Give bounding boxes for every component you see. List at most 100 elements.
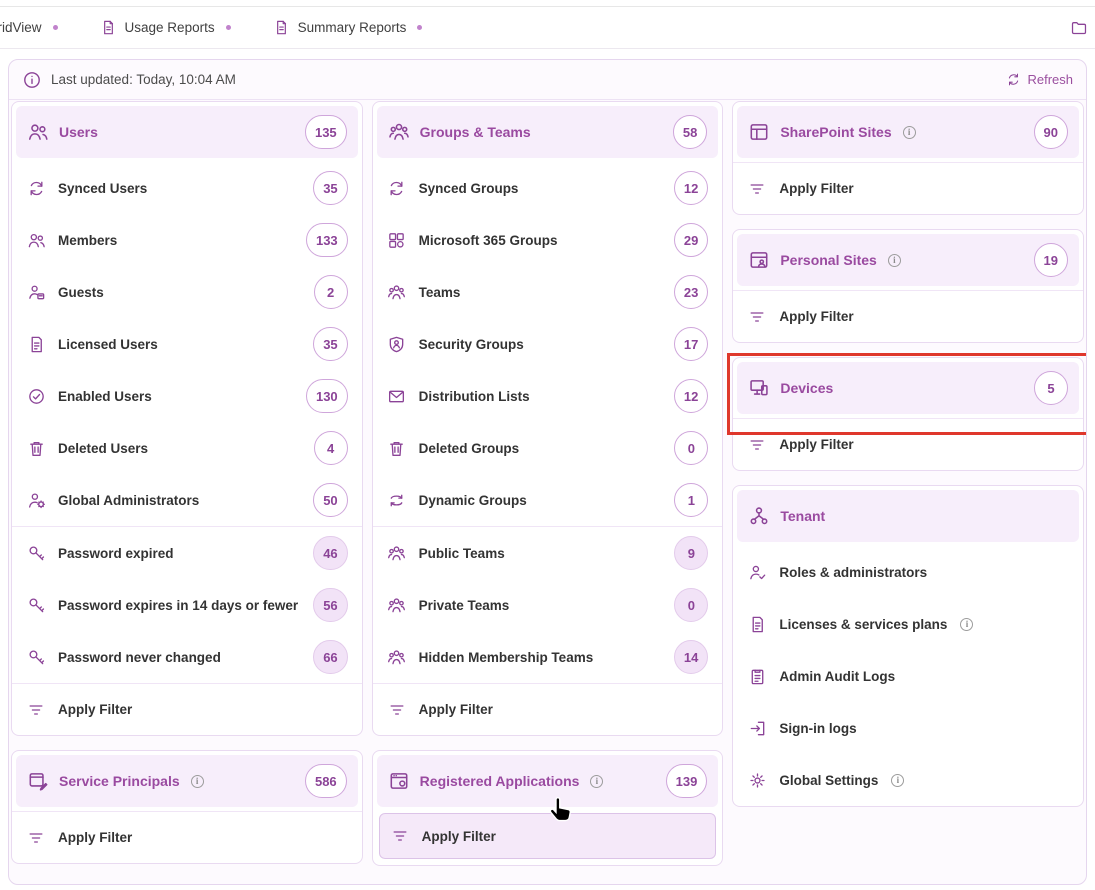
top-divider [0, 0, 1095, 7]
tab-gridview[interactable]: GridView [0, 20, 58, 35]
count-badge: 90 [1034, 115, 1068, 149]
card-users: Users135Synced Users35Members133Guests2L… [11, 101, 363, 736]
info-icon[interactable]: i [891, 774, 904, 787]
list-item[interactable]: Sign-in logs [733, 702, 1083, 754]
users-icon [27, 121, 49, 143]
list-item[interactable]: Licensed Users35 [12, 318, 362, 370]
apply-filter-button[interactable]: Apply Filter [12, 683, 362, 735]
apply-filter-button[interactable]: Apply Filter [733, 290, 1083, 342]
info-icon[interactable]: i [888, 254, 901, 267]
list-item[interactable]: Password expires in 14 days or fewer56 [12, 579, 362, 631]
group-icon [387, 596, 407, 615]
item-label: Distribution Lists [419, 389, 530, 404]
card-header-users[interactable]: Users135 [16, 106, 358, 158]
count-badge: 0 [674, 431, 708, 465]
info-icon[interactable]: i [960, 618, 973, 631]
list-item[interactable]: Global Administrators50 [12, 474, 362, 526]
audit-icon [747, 667, 767, 686]
list-item[interactable]: Synced Groups 12 [373, 162, 723, 214]
card-header-tenant[interactable]: Tenant [737, 490, 1079, 542]
list-item[interactable]: Enabled Users 130 [12, 370, 362, 422]
list-item[interactable]: Dynamic Groups1 [373, 474, 723, 526]
count-badge: 130 [306, 379, 348, 413]
list-item[interactable]: Password expired46 [12, 527, 362, 579]
list-item[interactable]: Password never changed 66 [12, 631, 362, 683]
count-badge: 66 [313, 640, 347, 674]
list-item[interactable]: Guests2 [12, 266, 362, 318]
card-header-devices[interactable]: Devices5 [737, 362, 1079, 414]
check-circle-icon [26, 387, 46, 406]
apply-filter-label: Apply Filter [422, 829, 496, 844]
list-item[interactable]: Hidden Membership Teams14 [373, 631, 723, 683]
key-icon [26, 544, 46, 563]
filter-icon [26, 701, 46, 719]
apply-filter-button[interactable]: Apply Filter [373, 683, 723, 735]
apply-filter-button[interactable]: Apply Filter [379, 813, 717, 859]
item-label: Password expires in 14 days or fewer [58, 598, 298, 613]
item-label: Deleted Groups [419, 441, 520, 456]
filter-icon [390, 827, 410, 845]
item-label: Microsoft 365 Groups [419, 233, 558, 248]
card-header-personal-sites[interactable]: Personal Sitesi19 [737, 234, 1079, 286]
apply-filter-label: Apply Filter [779, 437, 853, 452]
item-label: Password never changed [58, 650, 221, 665]
item-label: Enabled Users [58, 389, 152, 404]
list-item[interactable]: Synced Users35 [12, 162, 362, 214]
tab-usage-reports[interactable]: Usage Reports [100, 19, 231, 36]
tab-label: Usage Reports [125, 20, 215, 35]
count-badge: 12 [674, 379, 708, 413]
list-item[interactable]: Microsoft 365 Groups29 [373, 214, 723, 266]
info-icon [22, 70, 42, 90]
count-badge: 58 [673, 115, 707, 149]
list-item[interactable]: Global Settingsi [733, 754, 1083, 806]
group-icon [387, 648, 407, 667]
card-header-sharepoint-sites[interactable]: SharePoint Sitesi90 [737, 106, 1079, 158]
refresh-button[interactable]: Refresh [1006, 72, 1073, 87]
count-badge: 133 [306, 223, 348, 257]
card-header-registered-applications[interactable]: Registered Applicationsi139 [377, 755, 719, 807]
license-icon [26, 335, 46, 354]
tab-status-dot [417, 25, 422, 30]
info-icon[interactable]: i [903, 126, 916, 139]
card-header-service-principals[interactable]: Service Principalsi586 [16, 755, 358, 807]
filter-icon [747, 180, 767, 198]
folder-icon [1070, 19, 1088, 37]
apply-filter-label: Apply Filter [779, 309, 853, 324]
list-item[interactable]: Security Groups17 [373, 318, 723, 370]
item-label: Admin Audit Logs [779, 669, 895, 684]
apply-filter-button[interactable]: Apply Filter [733, 418, 1083, 470]
list-item[interactable]: Deleted Users4 [12, 422, 362, 474]
info-icon[interactable]: i [191, 775, 204, 788]
card-service-principals: Service Principalsi586Apply Filter [11, 750, 363, 864]
apply-filter-button[interactable]: Apply Filter [733, 162, 1083, 214]
list-item[interactable]: Teams23 [373, 266, 723, 318]
count-badge: 46 [313, 536, 347, 570]
item-label: Synced Groups [419, 181, 519, 196]
tab-label: GridView [0, 20, 42, 35]
mail-icon [387, 387, 407, 406]
list-item[interactable]: Admin Audit Logs [733, 650, 1083, 702]
roles-icon [747, 563, 767, 582]
list-item[interactable]: Members133 [12, 214, 362, 266]
card-section: Synced Groups 12 Microsoft 365 Groups29Tea… [373, 162, 723, 526]
apply-filter-button[interactable]: Apply Filter [12, 811, 362, 863]
list-item[interactable]: Public Teams9 [373, 527, 723, 579]
list-item[interactable]: Licenses & services plansi [733, 598, 1083, 650]
item-label: Security Groups [419, 337, 524, 352]
tab-summary-reports[interactable]: Summary Reports [273, 19, 423, 36]
list-item[interactable]: Private Teams0 [373, 579, 723, 631]
list-item[interactable]: Deleted Groups 0 [373, 422, 723, 474]
list-item[interactable]: Distribution Lists 12 [373, 370, 723, 422]
item-label: Sign-in logs [779, 721, 856, 736]
card-header-groups-teams[interactable]: Groups & Teams58 [377, 106, 719, 158]
people-icon [26, 231, 46, 250]
count-badge: 23 [674, 275, 708, 309]
count-badge: 12 [674, 171, 708, 205]
guest-icon [26, 283, 46, 302]
tab-truncated-right[interactable]: C [1070, 19, 1095, 37]
list-item[interactable]: Roles & administrators [733, 546, 1083, 598]
card-registered-applications: Registered Applicationsi139 Apply Filter [372, 750, 724, 866]
info-icon[interactable]: i [590, 775, 603, 788]
count-badge: 14 [674, 640, 708, 674]
card-title: Users [59, 124, 98, 140]
